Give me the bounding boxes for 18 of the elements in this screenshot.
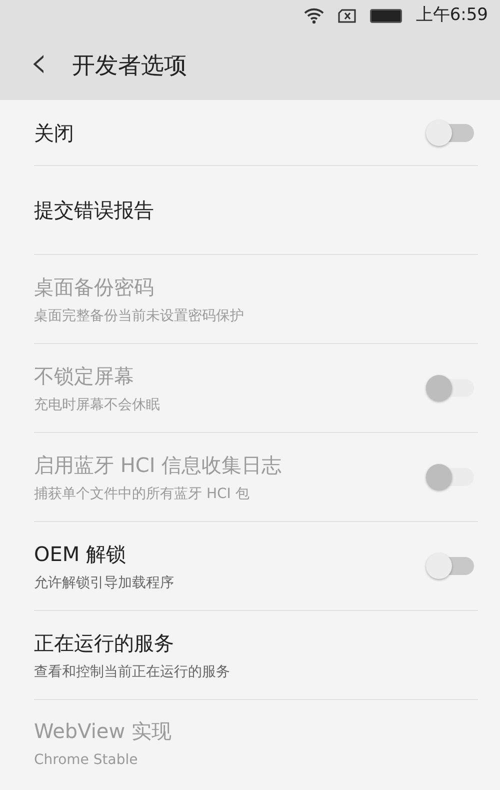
setting-summary: 充电时屏幕不会休眠	[34, 396, 160, 414]
setting-summary: 查看和控制当前正在运行的服务	[34, 662, 230, 682]
status-time: 上午6:59	[416, 4, 488, 28]
toggle-switch[interactable]	[426, 553, 474, 579]
setting-title[interactable]: 提交错误报告	[34, 195, 154, 225]
back-button[interactable]: ‹	[0, 41, 72, 91]
setting-summary: 捕获单个文件中的所有蓝牙 HCI 包	[34, 484, 250, 504]
setting-summary: Chrome Stable	[34, 750, 139, 770]
page-title: 开发者选项	[72, 52, 187, 81]
setting-title[interactable]: 正在运行的服务	[34, 628, 230, 658]
wifi-icon	[304, 8, 324, 24]
setting-title[interactable]: 关闭	[34, 118, 74, 148]
setting-summary: 桌面完整备份当前未设置密码保护	[34, 306, 244, 326]
battery-icon	[370, 9, 402, 23]
setting-summary: 允许解锁引导加载程序	[34, 574, 174, 592]
setting-title[interactable]: OEM 解锁	[34, 538, 174, 568]
toggle-switch[interactable]	[426, 120, 474, 146]
no-sim-icon	[338, 9, 356, 23]
